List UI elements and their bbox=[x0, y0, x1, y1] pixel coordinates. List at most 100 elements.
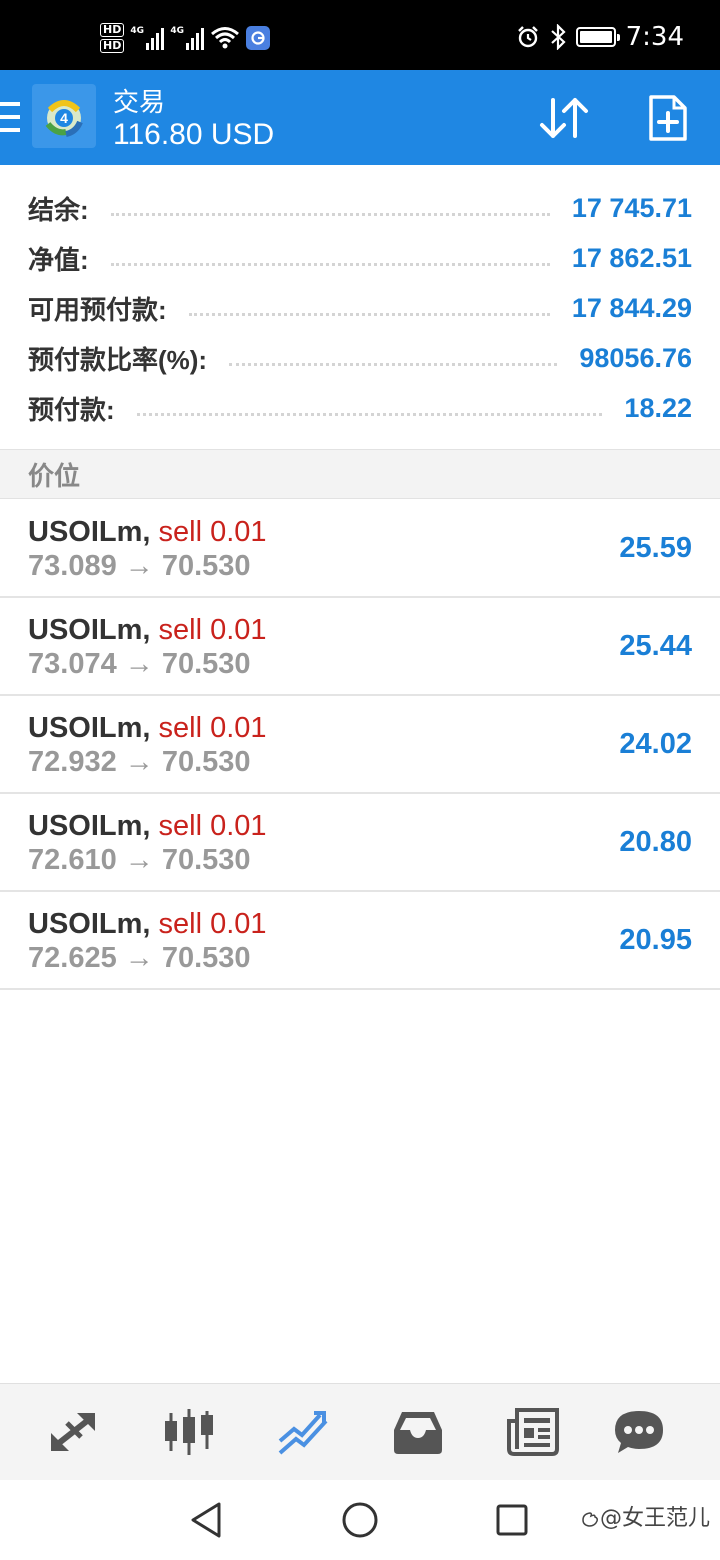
nav-history[interactable] bbox=[388, 1402, 448, 1462]
position-title: USOILm, sell 0.01 bbox=[28, 908, 267, 941]
mt4-logo[interactable]: 4 bbox=[32, 84, 96, 148]
position-side: sell 0.01 bbox=[158, 614, 267, 646]
position-row[interactable]: USOILm, sell 0.01 73.074 → 70.530 25.44 bbox=[0, 598, 720, 696]
position-profit: 20.80 bbox=[619, 826, 692, 858]
menu-icon[interactable] bbox=[0, 100, 20, 134]
page-title: 交易 bbox=[113, 87, 166, 117]
account-summary: 结余: 17 745.71 净值: 17 862.51 可用预付款: 17 84… bbox=[0, 165, 720, 433]
position-profit: 20.95 bbox=[619, 924, 692, 956]
new-order-icon bbox=[649, 95, 687, 141]
chat-icon bbox=[615, 1411, 663, 1453]
summary-value: 98056.76 bbox=[579, 342, 692, 373]
position-symbol: USOILm, bbox=[28, 810, 151, 842]
back-triangle-icon bbox=[191, 1502, 221, 1538]
watermark: @女王范儿 bbox=[580, 1500, 710, 1532]
position-profit: 24.02 bbox=[619, 728, 692, 760]
position-side: sell 0.01 bbox=[158, 516, 267, 548]
signal-icon-sim1: 4G bbox=[130, 26, 165, 50]
position-prices: 73.089 → 70.530 bbox=[28, 550, 251, 582]
clock: 7:34 bbox=[625, 22, 684, 52]
status-bar-left: HD HD 4G 4G bbox=[100, 18, 271, 58]
position-title: USOILm, sell 0.01 bbox=[28, 614, 267, 647]
summary-label: 预付款比率(%): bbox=[28, 344, 208, 375]
summary-label: 预付款: bbox=[28, 394, 115, 425]
watermark-text: @女王范儿 bbox=[599, 1506, 710, 1531]
history-inbox-icon bbox=[394, 1412, 442, 1454]
position-prices: 72.625 → 70.530 bbox=[28, 942, 251, 974]
position-row[interactable]: USOILm, sell 0.01 72.610 → 70.530 20.80 bbox=[0, 794, 720, 892]
positions-list: USOILm, sell 0.01 73.089 → 70.530 25.59 … bbox=[0, 500, 720, 990]
position-prices: 72.610 → 70.530 bbox=[28, 844, 251, 876]
weibo-logo-icon bbox=[582, 1512, 598, 1527]
news-icon bbox=[507, 1408, 559, 1456]
dotted-leader bbox=[229, 362, 558, 366]
quotes-arrows-icon bbox=[51, 1413, 95, 1451]
nav-charts[interactable] bbox=[159, 1402, 219, 1462]
summary-label: 净值: bbox=[28, 244, 89, 275]
app-bar: 4 交易 116.80 USD bbox=[0, 70, 720, 165]
position-symbol: USOILm, bbox=[28, 908, 151, 940]
position-row[interactable]: USOILm, sell 0.01 72.932 → 70.530 24.02 bbox=[0, 696, 720, 794]
hd-badge-1: HD bbox=[100, 23, 125, 37]
status-bar-right: 7:34 bbox=[516, 22, 684, 52]
bottom-navigation bbox=[0, 1383, 720, 1480]
dotted-leader bbox=[188, 312, 550, 316]
bluetooth-icon bbox=[550, 24, 566, 50]
position-row[interactable]: USOILm, sell 0.01 72.625 → 70.530 20.95 bbox=[0, 892, 720, 990]
account-profit: 116.80 USD bbox=[113, 118, 275, 151]
home-button[interactable] bbox=[340, 1500, 380, 1540]
nav-trade[interactable] bbox=[273, 1402, 333, 1462]
position-symbol: USOILm, bbox=[28, 516, 151, 548]
recents-square-icon bbox=[496, 1504, 528, 1536]
dotted-leader bbox=[110, 262, 550, 266]
nav-quotes[interactable] bbox=[43, 1402, 103, 1462]
position-profit: 25.44 bbox=[619, 630, 692, 662]
summary-row-balance: 结余: 17 745.71 bbox=[0, 183, 720, 233]
hd-badge-2: HD bbox=[100, 39, 125, 53]
position-profit: 25.59 bbox=[619, 532, 692, 564]
candlestick-chart-icon bbox=[165, 1409, 213, 1455]
position-symbol: USOILm, bbox=[28, 614, 151, 646]
sort-arrows-icon bbox=[540, 98, 588, 138]
summary-row-free-margin: 可用预付款: 17 844.29 bbox=[0, 283, 720, 333]
summary-value: 17 862.51 bbox=[571, 242, 692, 273]
position-title: USOILm, sell 0.01 bbox=[28, 810, 267, 843]
summary-row-margin: 预付款: 18.22 bbox=[0, 383, 720, 433]
position-side: sell 0.01 bbox=[158, 712, 267, 744]
signal-icon-sim2: 4G bbox=[170, 26, 205, 50]
system-navigation-bar: @女王范儿 bbox=[0, 1480, 720, 1560]
position-title: USOILm, sell 0.01 bbox=[28, 516, 267, 549]
nav-chat[interactable] bbox=[609, 1402, 669, 1462]
position-row[interactable]: USOILm, sell 0.01 73.089 → 70.530 25.59 bbox=[0, 500, 720, 598]
alarm-icon bbox=[517, 26, 538, 48]
mt4-logo-icon: 4 bbox=[45, 100, 83, 137]
summary-value: 17 844.29 bbox=[571, 292, 692, 323]
network-type-2: 4G bbox=[170, 26, 184, 36]
hd-indicators: HD HD bbox=[100, 23, 125, 53]
position-symbol: USOILm, bbox=[28, 712, 151, 744]
svg-text:4: 4 bbox=[60, 110, 68, 126]
position-side: sell 0.01 bbox=[158, 810, 267, 842]
new-order-button[interactable] bbox=[640, 92, 696, 144]
position-prices: 73.074 → 70.530 bbox=[28, 648, 251, 680]
position-title: USOILm, sell 0.01 bbox=[28, 712, 267, 745]
summary-label: 可用预付款: bbox=[28, 294, 167, 325]
position-side: sell 0.01 bbox=[158, 908, 267, 940]
summary-row-equity: 净值: 17 862.51 bbox=[0, 233, 720, 283]
trade-trend-icon bbox=[278, 1411, 328, 1455]
status-bar: HD HD 4G 4G 7:34 bbox=[0, 0, 720, 70]
dotted-leader bbox=[136, 412, 603, 416]
summary-label: 结余: bbox=[28, 194, 89, 225]
network-type-1: 4G bbox=[130, 26, 144, 36]
dotted-leader bbox=[110, 212, 550, 216]
sort-button[interactable] bbox=[536, 92, 592, 144]
summary-row-margin-level: 预付款比率(%): 98056.76 bbox=[0, 333, 720, 383]
nav-news[interactable] bbox=[503, 1402, 563, 1462]
positions-section-header: 价位 bbox=[0, 449, 720, 499]
position-prices: 72.932 → 70.530 bbox=[28, 746, 251, 778]
vpn-app-icon bbox=[246, 26, 271, 50]
wifi-icon bbox=[211, 27, 240, 49]
summary-value: 18.22 bbox=[624, 392, 692, 423]
recents-button[interactable] bbox=[492, 1500, 532, 1540]
back-button[interactable] bbox=[186, 1500, 226, 1540]
